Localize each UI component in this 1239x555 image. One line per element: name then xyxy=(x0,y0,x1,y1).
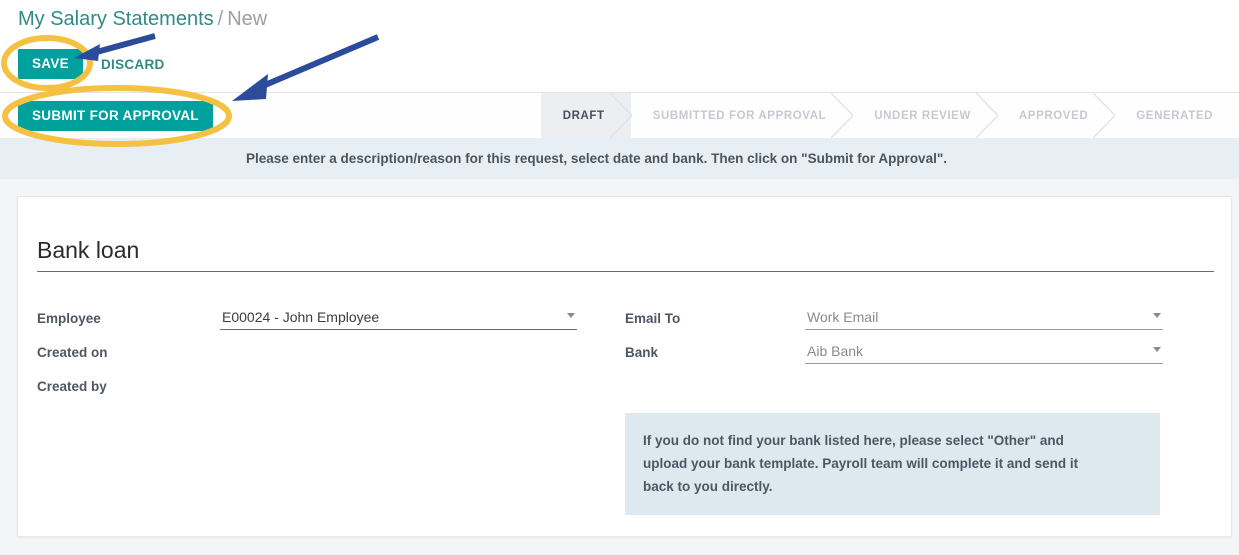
field-control-email-to xyxy=(805,307,1163,330)
chevron-right-icon xyxy=(975,93,998,138)
breadcrumb-current: New xyxy=(227,8,268,30)
field-row-email-to: Email To xyxy=(625,307,1185,341)
submit-for-approval-button[interactable]: SUBMIT FOR APPROVAL xyxy=(18,101,213,131)
status-pipeline: DRAFT SUBMITTED FOR APPROVAL UNDER REVIEW A… xyxy=(540,93,1239,138)
field-input-bank[interactable] xyxy=(805,341,1163,364)
status-stage-label: APPROVED xyxy=(1018,109,1089,122)
breadcrumb-separator: / xyxy=(217,8,224,30)
breadcrumb: My Salary Statements / New xyxy=(18,6,267,32)
page-body: Bank loan Employee Created on Created by E… xyxy=(0,179,1239,555)
status-toolbar: SUBMIT FOR APPROVAL DRAFT SUBMITTED FOR A… xyxy=(0,93,1239,138)
form-sheet: Bank loan Employee Created on Created by E… xyxy=(17,196,1232,537)
chevron-right-icon xyxy=(831,93,854,138)
status-stage-label: UNDER REVIEW xyxy=(874,109,971,122)
form-column-right: Email To Bank xyxy=(625,307,1185,375)
record-title: Bank loan xyxy=(37,237,1214,272)
instruction-banner: Please enter a description/reason for th… xyxy=(0,138,1239,179)
field-row-created-on: Created on xyxy=(37,341,597,375)
status-stage-submitted-for-approval[interactable]: SUBMITTED FOR APPROVAL xyxy=(631,93,854,138)
discard-button[interactable]: DISCARD xyxy=(93,51,173,78)
form-column-left: Employee Created on Created by xyxy=(37,307,597,409)
field-label-bank: Bank xyxy=(625,345,659,360)
field-input-email-to[interactable] xyxy=(805,307,1163,330)
field-row-employee: Employee xyxy=(37,307,597,341)
bank-info-line-3: back to you directly. xyxy=(643,479,773,494)
bank-info-line-2: upload your bank template. Payroll team … xyxy=(643,456,1079,471)
status-stage-draft[interactable]: DRAFT xyxy=(540,93,632,138)
status-stage-label: DRAFT xyxy=(562,109,605,122)
status-stage-generated[interactable]: GENERATED xyxy=(1114,93,1239,138)
breadcrumb-root-link[interactable]: My Salary Statements xyxy=(18,8,214,30)
field-control-employee xyxy=(220,307,577,330)
status-stage-label: SUBMITTED FOR APPROVAL xyxy=(652,109,827,122)
save-button[interactable]: SAVE xyxy=(18,49,83,79)
instruction-banner-text: Please enter a description/reason for th… xyxy=(246,151,947,166)
bank-info-box: If you do not find your bank listed here… xyxy=(625,413,1160,515)
status-stage-approved[interactable]: APPROVED xyxy=(997,93,1116,138)
field-input-employee[interactable] xyxy=(220,307,577,330)
field-label-created-on: Created on xyxy=(37,345,108,360)
field-row-created-by: Created by xyxy=(37,375,597,409)
field-control-bank xyxy=(805,341,1163,364)
field-row-bank: Bank xyxy=(625,341,1185,375)
status-stage-label: GENERATED xyxy=(1136,109,1213,122)
chevron-right-icon xyxy=(1093,93,1116,138)
action-button-row: SAVE DISCARD xyxy=(18,49,173,79)
bank-info-line-1: If you do not find your bank listed here… xyxy=(643,433,1064,448)
chevron-right-icon xyxy=(609,93,632,138)
record-title-text: Bank loan xyxy=(37,237,140,263)
field-label-created-by: Created by xyxy=(37,379,107,394)
field-label-email-to: Email To xyxy=(625,311,681,326)
status-stage-under-review[interactable]: UNDER REVIEW xyxy=(852,93,998,138)
field-label-employee: Employee xyxy=(37,311,101,326)
